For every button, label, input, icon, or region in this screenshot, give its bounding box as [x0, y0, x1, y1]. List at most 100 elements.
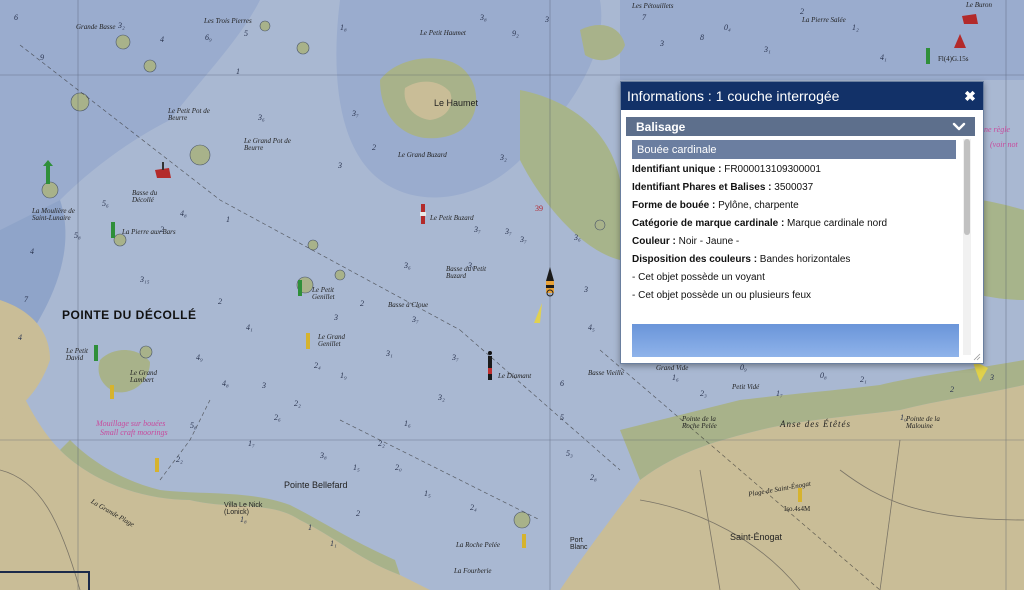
map-label: La Pierre Salée: [802, 16, 846, 24]
attribute-label: Forme de bouée :: [632, 200, 716, 211]
map-label: Le Buron: [966, 1, 992, 9]
note-row: - Cet objet possède un voyant: [632, 272, 765, 283]
map-label: Small craft moorings: [100, 428, 168, 437]
svg-text:3₂: 3₂: [117, 21, 125, 30]
svg-text:2₂: 2₂: [176, 455, 183, 464]
attribute-row: Identifiant Phares et Balises : 3500037: [632, 179, 962, 197]
svg-text:2₁: 2₁: [860, 375, 867, 384]
svg-text:4₁: 4₁: [246, 323, 253, 332]
svg-text:2₂: 2₂: [378, 439, 385, 448]
map-label: Pointe Bellefard: [284, 480, 348, 490]
attribute-label: Couleur :: [632, 236, 676, 247]
attribute-list: Identifiant unique : FR000013109300001 Id…: [632, 161, 962, 269]
svg-text:4: 4: [160, 35, 164, 44]
svg-text:5₈: 5₈: [74, 231, 81, 240]
svg-text:3: 3: [583, 285, 588, 294]
map-label: Le Petit Genillet: [312, 286, 335, 301]
map-label: Le Grand Buzard: [398, 151, 447, 159]
map-label: Le Grand Genillet: [318, 333, 346, 348]
svg-text:1₉: 1₉: [340, 371, 347, 380]
svg-text:6: 6: [560, 379, 564, 388]
attribute-row: Identifiant unique : FR000013109300001: [632, 161, 962, 179]
svg-text:1₅: 1₅: [424, 489, 431, 498]
svg-text:5₆: 5₆: [102, 199, 109, 208]
svg-text:0₄: 0₄: [724, 23, 731, 32]
svg-text:3₁: 3₁: [385, 349, 393, 358]
svg-text:6₉: 6₉: [205, 33, 212, 42]
popup-body[interactable]: Bouée cardinale Identifiant unique : FR0…: [626, 137, 975, 357]
chevron-down-icon[interactable]: [952, 120, 966, 134]
svg-text:1: 1: [226, 215, 230, 224]
svg-text:2₂: 2₂: [294, 399, 301, 408]
svg-text:2₆: 2₆: [274, 413, 281, 422]
svg-text:3: 3: [337, 161, 342, 170]
attribute-value: Pylône, charpente: [715, 200, 799, 211]
map-label: La Fourberie: [454, 567, 492, 575]
svg-text:3₈: 3₈: [479, 13, 487, 22]
close-icon[interactable]: ✖: [963, 88, 977, 105]
map-label: Le Diamant: [498, 372, 532, 380]
scrollbar[interactable]: [963, 139, 971, 355]
svg-text:2₄: 2₄: [314, 361, 321, 370]
svg-text:3: 3: [544, 15, 549, 24]
svg-text:4: 4: [18, 333, 22, 342]
map-label: Le Grand Lambert: [130, 369, 158, 384]
svg-text:3₆: 3₆: [573, 233, 581, 242]
svg-text:4₈: 4₈: [180, 209, 187, 218]
svg-text:4: 4: [30, 247, 34, 256]
popup-header[interactable]: Informations : 1 couche interrogée ✖: [621, 82, 983, 110]
svg-text:1₅: 1₅: [353, 463, 360, 472]
svg-text:0₈: 0₈: [820, 371, 827, 380]
attribute-label: Catégorie de marque cardinale :: [632, 218, 785, 229]
feature-details: Bouée cardinale Identifiant unique : FR0…: [626, 137, 962, 357]
map-label: Les Pétouillets: [632, 2, 674, 10]
svg-text:3₁₅: 3₁₅: [139, 275, 150, 284]
map-label: Pointe de la Roche Pelée: [682, 415, 717, 430]
map-label: Grand Vide: [656, 364, 689, 372]
attribute-label: Disposition des couleurs :: [632, 254, 758, 265]
layer-accordion-header[interactable]: Balisage: [626, 117, 975, 136]
svg-text:3: 3: [989, 373, 994, 382]
layer-name: Balisage: [636, 119, 686, 134]
svg-text:2₀: 2₀: [395, 463, 402, 472]
svg-text:4₁: 4₁: [880, 53, 887, 62]
svg-text:8: 8: [700, 33, 704, 42]
resize-grip-icon[interactable]: [973, 353, 981, 361]
map-label-pointe-du-decolle: POINTE DU DÉCOLLÉ: [62, 308, 197, 322]
svg-text:0₉: 0₉: [740, 363, 747, 372]
svg-text:3₈: 3₈: [319, 451, 327, 460]
map-label: Port Blanc: [570, 537, 588, 551]
map-label: La Moulière de Saint-Lunaire: [32, 207, 75, 222]
attribute-label: Identifiant Phares et Balises :: [632, 182, 772, 193]
svg-text:1: 1: [236, 67, 240, 76]
scrollbar-thumb[interactable]: [964, 139, 970, 235]
map-label: Basse Vieille: [588, 369, 624, 377]
svg-text:1₆: 1₆: [404, 419, 411, 428]
map-label: Les Trois Pierres: [204, 17, 252, 25]
svg-text:3₇: 3₇: [451, 353, 459, 362]
svg-text:2: 2: [356, 509, 360, 518]
svg-text:2: 2: [800, 7, 804, 16]
attribute-row: Disposition des couleurs : Bandes horizo…: [632, 251, 962, 269]
svg-text:3: 3: [261, 381, 266, 390]
map-label: ne règle: [984, 125, 1010, 134]
map-label: Le Petit Pot de Beurre: [168, 107, 210, 122]
svg-text:1₇: 1₇: [776, 389, 783, 398]
svg-text:1₁: 1₁: [330, 539, 337, 548]
svg-text:3₂: 3₂: [499, 153, 507, 162]
svg-text:2: 2: [372, 143, 376, 152]
svg-text:1₆: 1₆: [672, 373, 679, 382]
svg-text:2: 2: [218, 297, 222, 306]
attribute-row: Forme de bouée : Pylône, charpente: [632, 197, 962, 215]
svg-text:2₈: 2₈: [590, 473, 597, 482]
svg-text:3₇: 3₇: [504, 227, 512, 236]
map-label: Basse à Cloue: [388, 301, 429, 309]
attribute-row: Catégorie de marque cardinale : Marque c…: [632, 215, 962, 233]
svg-text:2₃: 2₃: [700, 389, 707, 398]
svg-text:5: 5: [244, 29, 248, 38]
attribute-value: FR000013109300001: [721, 164, 821, 175]
popup-title: Informations : 1 couche interrogée: [627, 88, 840, 104]
map-label: Iso.4s4M: [784, 505, 811, 513]
map-label: Grande Basse: [76, 23, 116, 31]
svg-text:5: 5: [560, 413, 564, 422]
